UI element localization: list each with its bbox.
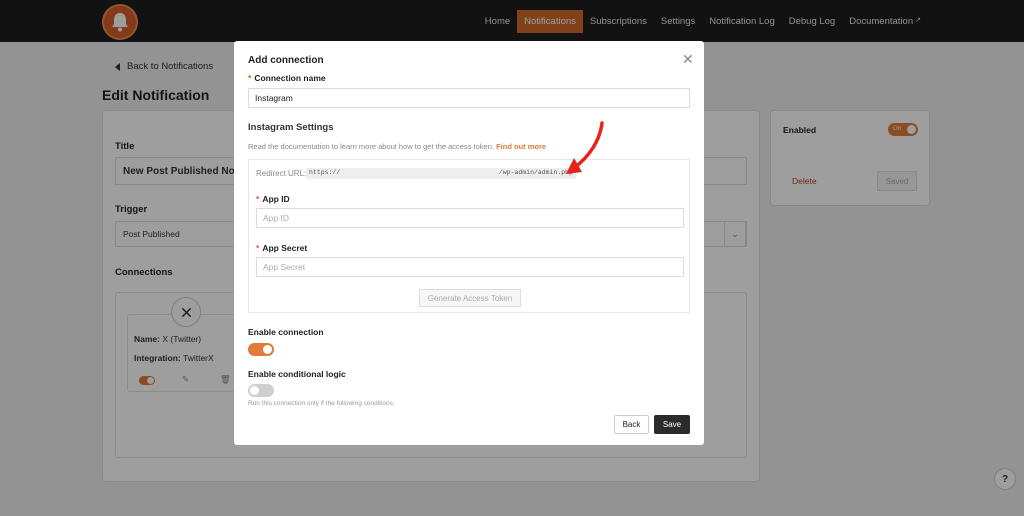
close-icon[interactable]: ✕ xyxy=(682,51,694,68)
instagram-settings-heading: Instagram Settings xyxy=(248,122,334,133)
app-id-label: * App ID xyxy=(256,194,290,204)
red-arrow-annotation-icon xyxy=(566,121,604,174)
app-id-input[interactable] xyxy=(256,208,684,228)
add-connection-modal: Add connection ✕ * Connection name Instag… xyxy=(234,41,704,445)
conditional-logic-label: Enable conditional logic xyxy=(248,369,346,379)
connection-name-input[interactable] xyxy=(248,88,690,108)
redirect-url-value[interactable]: https:// /wp-admin/admin.php xyxy=(306,168,576,179)
instagram-settings-description: Read the documentation to learn more abo… xyxy=(248,142,546,151)
modal-title: Add connection xyxy=(248,55,324,66)
back-button[interactable]: Back xyxy=(614,415,649,434)
conditional-logic-toggle[interactable] xyxy=(248,384,274,397)
redirect-url-prefix: https:// xyxy=(309,169,341,176)
app-secret-label-text: App Secret xyxy=(262,243,308,253)
enable-connection-label: Enable connection xyxy=(248,327,324,337)
app-id-label-text: App ID xyxy=(262,194,290,204)
conditional-logic-hint: Run this connection only if the followin… xyxy=(248,400,395,407)
instagram-settings-box: Redirect URL: https:// /wp-admin/admin.p… xyxy=(248,159,690,313)
save-button[interactable]: Save xyxy=(654,415,690,434)
app-secret-label: * App Secret xyxy=(256,243,308,253)
connection-name-label-text: Connection name xyxy=(254,73,326,83)
redirect-url-label: Redirect URL: xyxy=(256,169,307,178)
connection-name-label: * Connection name xyxy=(248,73,326,83)
generate-access-token-button[interactable]: Generate Access Token xyxy=(419,289,521,307)
find-out-more-link[interactable]: Find out more xyxy=(496,142,546,151)
enable-connection-toggle[interactable] xyxy=(248,343,274,356)
app-secret-input[interactable] xyxy=(256,257,684,277)
instagram-settings-description-text: Read the documentation to learn more abo… xyxy=(248,142,494,151)
